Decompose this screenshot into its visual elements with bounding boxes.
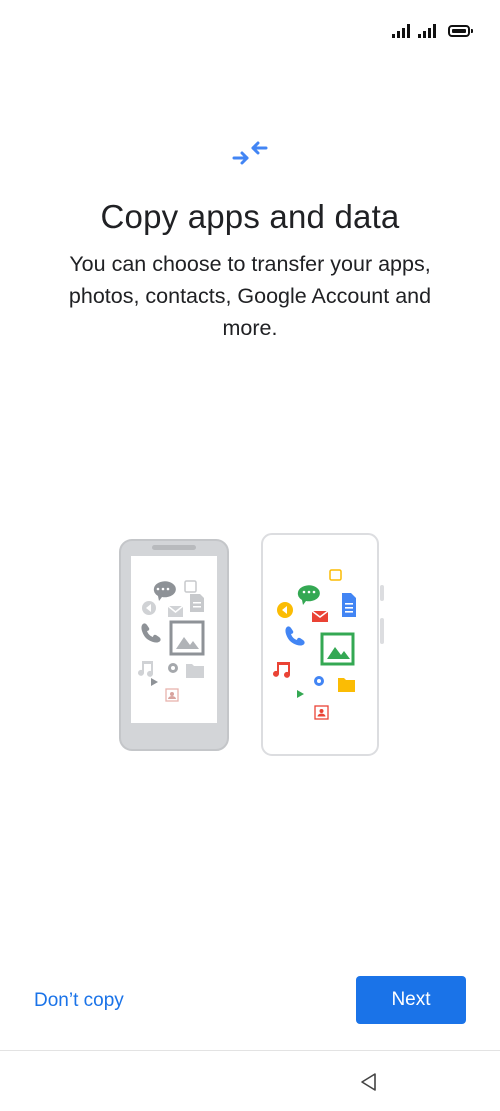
page-subtitle: You can choose to transfer your apps, ph… bbox=[68, 252, 432, 340]
dont-copy-button[interactable]: Don’t copy bbox=[20, 978, 138, 1024]
navigation-bar bbox=[0, 1050, 500, 1111]
document-icon bbox=[342, 593, 356, 617]
folder-icon bbox=[186, 664, 204, 678]
old-phone bbox=[119, 539, 229, 751]
setup-screen: Copy apps and data You can choose to tra… bbox=[0, 0, 500, 1111]
status-icons bbox=[392, 24, 473, 38]
status-bar bbox=[0, 0, 500, 64]
next-button[interactable]: Next bbox=[356, 976, 466, 1024]
page-title: Copy apps and data bbox=[100, 198, 400, 235]
back-triangle-icon[interactable] bbox=[358, 1071, 380, 1093]
cellular-signal-icon bbox=[392, 24, 410, 38]
battery-icon bbox=[448, 25, 473, 37]
folder-icon bbox=[338, 678, 355, 692]
transfer-arrows-icon bbox=[232, 141, 268, 165]
cellular-signal-icon bbox=[418, 24, 436, 38]
phones-illustration bbox=[119, 533, 384, 756]
new-phone bbox=[261, 533, 384, 756]
